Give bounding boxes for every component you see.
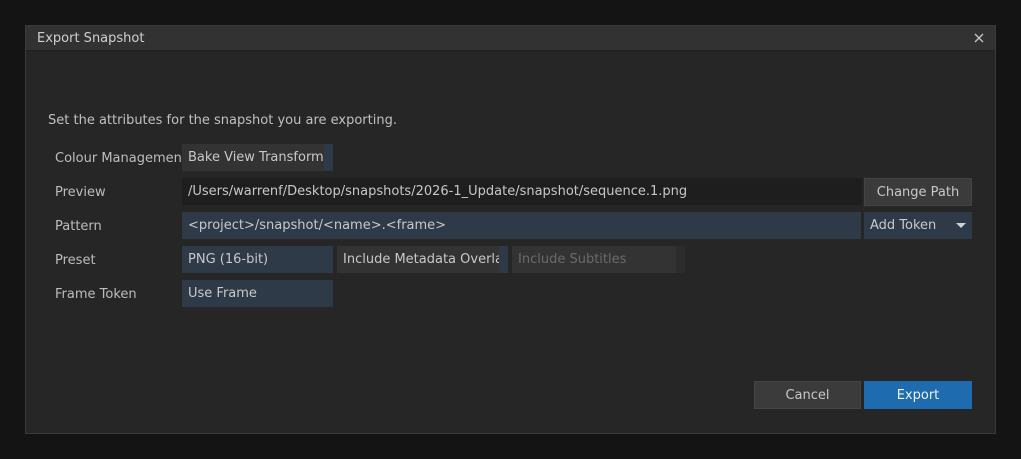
close-icon bbox=[974, 33, 984, 43]
change-path-button[interactable]: Change Path bbox=[864, 178, 972, 206]
bake-view-transform-indicator[interactable] bbox=[324, 144, 333, 171]
cancel-button[interactable]: Cancel bbox=[754, 381, 861, 409]
pattern-input[interactable]: <project>/snapshot/<name>.<frame> bbox=[182, 212, 861, 239]
export-snapshot-dialog: Export Snapshot Set the attributes for t… bbox=[25, 25, 996, 434]
include-subtitles-toggle[interactable]: Include Subtitles bbox=[512, 246, 676, 273]
add-token-dropdown[interactable]: Add Token bbox=[864, 212, 972, 239]
colour-management-label: Colour Management bbox=[55, 151, 187, 166]
preview-path-field: /Users/warrenf/Desktop/snapshots/2026-1_… bbox=[182, 178, 862, 205]
dialog-titlebar: Export Snapshot bbox=[26, 26, 995, 51]
frame-token-select[interactable]: Use Frame bbox=[182, 280, 333, 307]
preset-select[interactable]: PNG (16-bit) bbox=[182, 246, 333, 273]
dialog-title: Export Snapshot bbox=[37, 31, 145, 46]
preset-label: Preset bbox=[55, 253, 96, 268]
export-button[interactable]: Export bbox=[864, 381, 972, 409]
include-metadata-overlay-toggle[interactable]: Include Metadata Overlay bbox=[337, 246, 499, 273]
chevron-down-icon bbox=[956, 223, 966, 228]
frame-token-label: Frame Token bbox=[55, 287, 137, 302]
pattern-label: Pattern bbox=[55, 219, 102, 234]
subtitles-indicator[interactable] bbox=[676, 246, 685, 273]
add-token-label: Add Token bbox=[870, 218, 937, 233]
close-button[interactable] bbox=[971, 29, 987, 47]
dialog-description: Set the attributes for the snapshot you … bbox=[48, 113, 397, 128]
preview-label: Preview bbox=[55, 185, 106, 200]
bake-view-transform-toggle[interactable]: Bake View Transform bbox=[182, 144, 324, 171]
metadata-overlay-indicator[interactable] bbox=[499, 246, 508, 273]
